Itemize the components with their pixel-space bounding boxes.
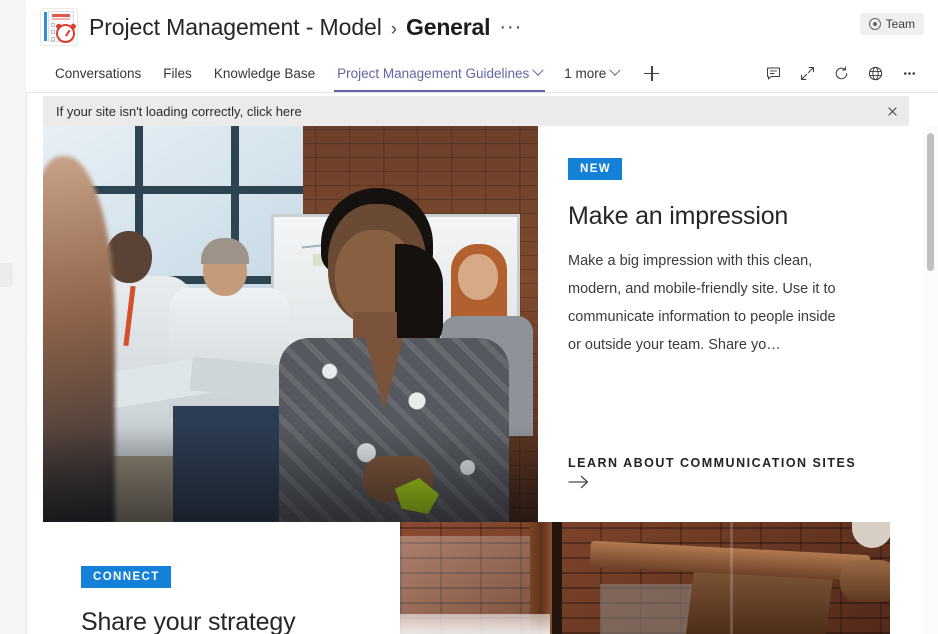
team-badge[interactable]: Team (859, 13, 924, 35)
conversation-icon[interactable] (758, 58, 788, 88)
channel-more-options-button[interactable]: ··· (499, 17, 522, 37)
connect-image (400, 522, 890, 634)
expand-icon[interactable] (792, 58, 822, 88)
tab-label: 1 more (564, 65, 607, 81)
hero-section: NEW Make an impression Make a big impres… (43, 126, 890, 522)
tab-files[interactable]: Files (152, 54, 203, 92)
tab-knowledge-base[interactable]: Knowledge Base (203, 54, 326, 92)
project-clipboard-clock-icon (41, 9, 77, 45)
learn-about-communication-sites-link[interactable]: LEARN ABOUT COMMUNICATION SITES (568, 454, 878, 495)
connect-badge: CONNECT (81, 566, 171, 588)
tab-list: Conversations Files Knowledge Base Proje… (26, 54, 673, 92)
close-notification-button[interactable] (875, 96, 909, 126)
arrow-right-icon (568, 475, 878, 495)
refresh-icon[interactable] (826, 58, 856, 88)
close-icon (887, 106, 898, 117)
channel-header: Project Management - Model › General ···… (26, 0, 938, 54)
plus-icon (644, 65, 660, 81)
tab-more[interactable]: 1 more (553, 54, 630, 92)
tab-label: Knowledge Base (213, 65, 316, 81)
channel-tab-bar: Conversations Files Knowledge Base Proje… (26, 54, 938, 93)
channel-name[interactable]: General (406, 14, 490, 41)
more-icon[interactable] (894, 58, 924, 88)
globe-icon[interactable] (860, 58, 890, 88)
hero-image (43, 126, 538, 522)
tab-label: Project Management Guidelines (337, 65, 530, 81)
tab-project-management-guidelines[interactable]: Project Management Guidelines (326, 54, 553, 92)
eye-icon (868, 18, 881, 30)
tab-actions (758, 54, 938, 92)
teams-window: Project Management - Model › General ···… (0, 0, 938, 634)
chevron-down-icon[interactable] (532, 64, 544, 76)
site-loading-notification: If your site isn't loading correctly, cl… (43, 96, 909, 126)
tab-label: Files (163, 65, 192, 81)
hero-badge: NEW (568, 158, 623, 180)
team-name[interactable]: Project Management - Model (89, 14, 382, 41)
chevron-down-icon[interactable] (609, 64, 621, 76)
hero-text-panel: NEW Make an impression Make a big impres… (538, 126, 890, 522)
hero-body-text: Make a big impression with this clean, m… (568, 253, 836, 353)
connect-section: CONNECT Share your strategy (43, 522, 890, 634)
connect-text-panel: CONNECT Share your strategy (43, 522, 400, 634)
breadcrumb-separator: › (390, 18, 398, 40)
hero-link-label: LEARN ABOUT COMMUNICATION SITES (568, 456, 857, 470)
breadcrumb: Project Management - Model › General ··· (89, 14, 522, 41)
panel-collapse-handle[interactable] (0, 263, 13, 287)
scrollbar-thumb[interactable] (927, 133, 934, 271)
vertical-scrollbar[interactable] (924, 126, 938, 634)
notification-message[interactable]: If your site isn't loading correctly, cl… (43, 104, 302, 119)
connect-heading: Share your strategy (81, 608, 296, 634)
left-rail-strip (0, 0, 27, 634)
add-tab-button[interactable] (630, 54, 673, 92)
embedded-sharepoint-page: NEW Make an impression Make a big impres… (43, 126, 909, 634)
tab-conversations[interactable]: Conversations (44, 54, 152, 92)
hero-heading: Make an impression (568, 202, 789, 230)
tab-label: Conversations (55, 65, 142, 81)
team-badge-label: Team (885, 17, 915, 31)
